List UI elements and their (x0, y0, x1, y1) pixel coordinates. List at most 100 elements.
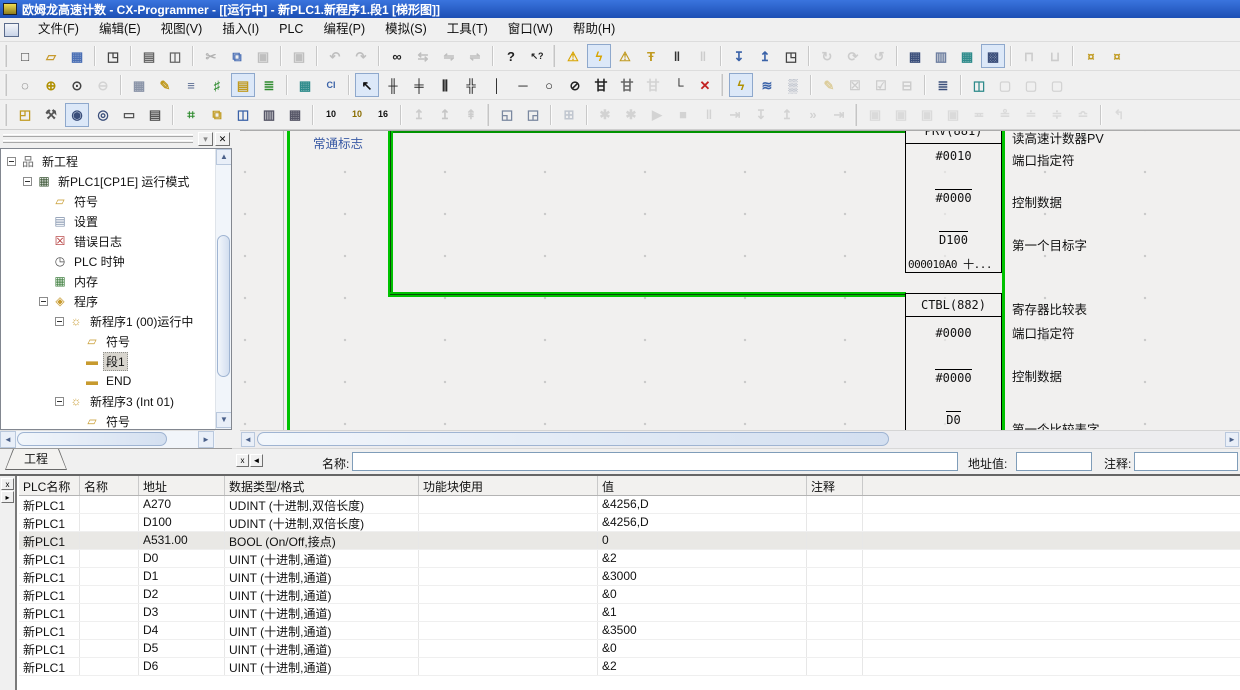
table-row[interactable]: 新PLC1D6UINT (十进制,通道)&2 (19, 658, 1240, 676)
set-protection-button[interactable]: ¤ (1079, 44, 1103, 68)
rung-comment-button[interactable]: ✎ (153, 73, 177, 97)
step-out-button[interactable]: ↥ (775, 103, 799, 127)
function-block-parts-button[interactable]: ≣ (931, 73, 955, 97)
menu-simulation[interactable]: 模拟(S) (375, 18, 437, 41)
io-break-4-button[interactable]: ≑ (1045, 103, 1069, 127)
ladder-horizontal-scrollbar[interactable]: ◄ ► (240, 430, 1240, 448)
page-search-button[interactable]: ◳ (101, 44, 125, 68)
step-in-button[interactable]: ↧ (749, 103, 773, 127)
toggle-grid-button[interactable]: ▦ (127, 73, 151, 97)
close-watch-button[interactable]: x (1, 478, 14, 490)
io-break-5-button[interactable]: ≏ (1071, 103, 1095, 127)
tree-node-symbols[interactable]: ▱符号 (1, 191, 214, 211)
error-watch-button[interactable]: Ŧ (639, 44, 663, 68)
menu-tools[interactable]: 工具(T) (437, 18, 498, 41)
tree-node-program1[interactable]: ☼新程序1 (00)运行中 (1, 311, 214, 331)
online-edit-cancel-button[interactable]: ↺ (867, 44, 891, 68)
scroll-thumb[interactable] (257, 432, 889, 446)
address-value-input[interactable] (1016, 452, 1092, 471)
column-header-5[interactable]: 值 (598, 476, 807, 495)
zoom-tool-button[interactable]: ◌ (13, 73, 37, 97)
float-window-button[interactable]: ◰ (13, 103, 37, 127)
return-jump-button[interactable]: ↰ (1107, 103, 1131, 127)
watch-sheet-3-button[interactable]: ▢ (1045, 73, 1069, 97)
dropdown-arrow-icon[interactable]: ▾ (198, 132, 213, 146)
toolbar-grip[interactable] (552, 45, 555, 67)
tree-node-program3-symbols[interactable]: ▱符号 (1, 411, 214, 430)
project-tab[interactable]: 工程 (5, 449, 67, 470)
simulator-mode-button[interactable]: ◲ (521, 103, 545, 127)
properties-window-button[interactable]: ▤ (143, 103, 167, 127)
new-button[interactable]: □ (13, 44, 37, 68)
io-break-1-button[interactable]: ≖ (967, 103, 991, 127)
scroll-thumb[interactable] (17, 432, 167, 446)
comment-input[interactable] (1134, 452, 1238, 471)
table-row[interactable]: 新PLC1D4UINT (十进制,通道)&3500 (19, 622, 1240, 640)
new-or-closed-contact-button[interactable]: ╬ (459, 73, 483, 97)
toolbar-grip[interactable] (486, 104, 489, 126)
new-or-contact-button[interactable]: ⫼ (433, 73, 457, 97)
tree-vertical-scrollbar[interactable]: ▲ ▼ (215, 149, 231, 429)
step-run-button[interactable]: ⇥ (723, 103, 747, 127)
active-document-icon[interactable] (4, 23, 19, 37)
monitor-data-view-button[interactable]: ▥ (257, 103, 281, 127)
plc-error-flash-button[interactable]: ϟ (587, 44, 611, 68)
toolbar-grip[interactable] (720, 74, 723, 96)
continuous-step-button[interactable]: » (801, 103, 825, 127)
scroll-left-arrow[interactable]: ◄ (241, 432, 255, 447)
instruction-block-ctbl[interactable]: CTBL(882) #0000 #0000 D0 (905, 293, 1002, 430)
dashed-tool-button[interactable]: ▒ (781, 73, 805, 97)
break-point-1-button[interactable]: ▣ (863, 103, 887, 127)
menu-window[interactable]: 窗口(W) (498, 18, 563, 41)
tree-node-memory[interactable]: ▦内存 (1, 271, 214, 291)
expand-toggle-icon[interactable] (39, 297, 48, 306)
menu-view[interactable]: 视图(V) (151, 18, 213, 41)
table-row[interactable]: 新PLC1D100UDINT (十进制,双倍长度)&4256,D (19, 514, 1240, 532)
new-instruction-disabled-button[interactable]: 甘 (641, 73, 665, 97)
tree-node-plc-clock[interactable]: ◷PLC 时钟 (1, 251, 214, 271)
scan-run-button[interactable]: ⇥ (827, 103, 851, 127)
tree-node-program1-symbols[interactable]: ▱符号 (1, 331, 214, 351)
new-vertical-line-button[interactable]: │ (485, 73, 509, 97)
contact-comment[interactable]: 常通标志 (313, 133, 363, 152)
menu-help[interactable]: 帮助(H) (563, 18, 625, 41)
tree-node-error-log[interactable]: ☒错误日志 (1, 231, 214, 251)
break-point-4-button[interactable]: ▣ (941, 103, 965, 127)
expand-toggle-icon[interactable] (23, 177, 32, 186)
paste-program-button[interactable]: ▣ (287, 44, 311, 68)
menu-edit[interactable]: 编辑(E) (89, 18, 151, 41)
menu-file[interactable]: 文件(F) (28, 18, 89, 41)
new-closed-contact-button[interactable]: ╪ (407, 73, 431, 97)
panel-splitter[interactable] (232, 130, 240, 448)
scroll-right-arrow[interactable]: ► (1225, 432, 1239, 447)
go-rung-button[interactable]: ⇞ (459, 103, 483, 127)
online-edit-send-button[interactable]: ↻ (815, 44, 839, 68)
expand-toggle-icon[interactable] (55, 317, 64, 326)
column-header-3[interactable]: 数据类型/格式 (225, 476, 419, 495)
compare-with-plc-button[interactable]: ◳ (779, 44, 803, 68)
new-coil-button[interactable]: ○ (537, 73, 561, 97)
expand-toggle-icon[interactable] (55, 397, 64, 406)
online-edit-send-2-button[interactable]: ☑ (869, 73, 893, 97)
zoom-out-button[interactable]: ⊖ (91, 73, 115, 97)
redo-button[interactable]: ↷ (349, 44, 373, 68)
io-break-3-button[interactable]: ≐ (1019, 103, 1043, 127)
scroll-right-arrow[interactable]: ► (198, 431, 214, 448)
work-online-button[interactable]: ▦ (903, 44, 927, 68)
binary-monitor-button[interactable]: ▦ (283, 103, 307, 127)
new-closed-instruction-button[interactable]: 甘 (615, 73, 639, 97)
smart-input-button[interactable]: ▦ (293, 73, 317, 97)
monitor-hex-button[interactable]: 16 (371, 103, 395, 127)
open-button[interactable]: ▱ (39, 44, 63, 68)
go-section-up-button[interactable]: ↥ (407, 103, 431, 127)
expand-toggle-icon[interactable] (7, 157, 16, 166)
replace-button[interactable]: ⇆ (411, 44, 435, 68)
toolbar-grip[interactable] (4, 104, 7, 126)
tree-horizontal-scrollbar[interactable]: ◄ ► (0, 430, 215, 448)
print-button[interactable]: ▤ (137, 44, 161, 68)
line-connect-button[interactable]: └ (667, 73, 691, 97)
cross-reference-button[interactable]: ⌗ (179, 103, 203, 127)
new-instruction-button[interactable]: 甘 (589, 73, 613, 97)
column-header-4[interactable]: 功能块使用 (419, 476, 598, 495)
table-row[interactable]: 新PLC1D0UINT (十进制,通道)&2 (19, 550, 1240, 568)
